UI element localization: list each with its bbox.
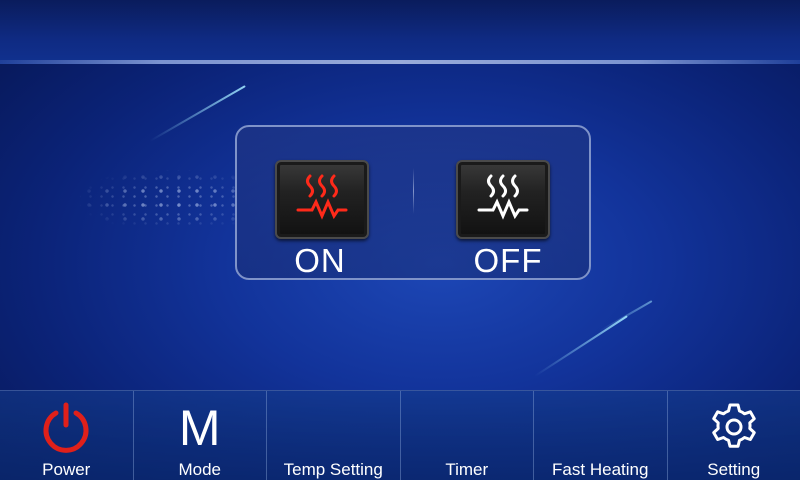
- panel-divider: [413, 168, 414, 214]
- decorative-streak: [599, 300, 653, 332]
- heater-off-button[interactable]: [456, 160, 550, 239]
- mode-label: Mode: [178, 460, 222, 479]
- gear-icon: [708, 401, 760, 453]
- fast-heating-label: Fast Heating: [552, 460, 649, 479]
- mode-icon: M: [178, 400, 221, 456]
- heater-on-icon: [294, 172, 350, 227]
- setting-label: Setting: [707, 460, 761, 479]
- heater-off-icon: [475, 172, 531, 227]
- mode-button[interactable]: M Mode: [134, 391, 267, 480]
- decorative-particles: [80, 170, 240, 230]
- heater-off-label: OFF: [473, 242, 543, 279]
- temp-setting-label: Temp Setting: [283, 460, 383, 479]
- power-label: Power: [42, 460, 91, 479]
- decorative-streak: [534, 315, 628, 377]
- bottom-toolbar: Power M Mode Temp Setting Timer Fast Hea…: [0, 390, 800, 480]
- temp-setting-button[interactable]: Temp Setting: [267, 391, 401, 480]
- timer-label: Timer: [445, 460, 489, 479]
- power-button[interactable]: Power: [0, 391, 134, 480]
- power-icon: [39, 401, 93, 455]
- decorative-streak: [149, 85, 246, 142]
- fast-heating-button[interactable]: Fast Heating: [534, 391, 668, 480]
- heater-on-button[interactable]: [275, 160, 369, 239]
- setting-button[interactable]: Setting: [668, 391, 800, 480]
- heater-on-label: ON: [294, 242, 346, 279]
- header-divider: [0, 60, 800, 64]
- timer-button[interactable]: Timer: [401, 391, 534, 480]
- top-header-bar: [0, 0, 800, 64]
